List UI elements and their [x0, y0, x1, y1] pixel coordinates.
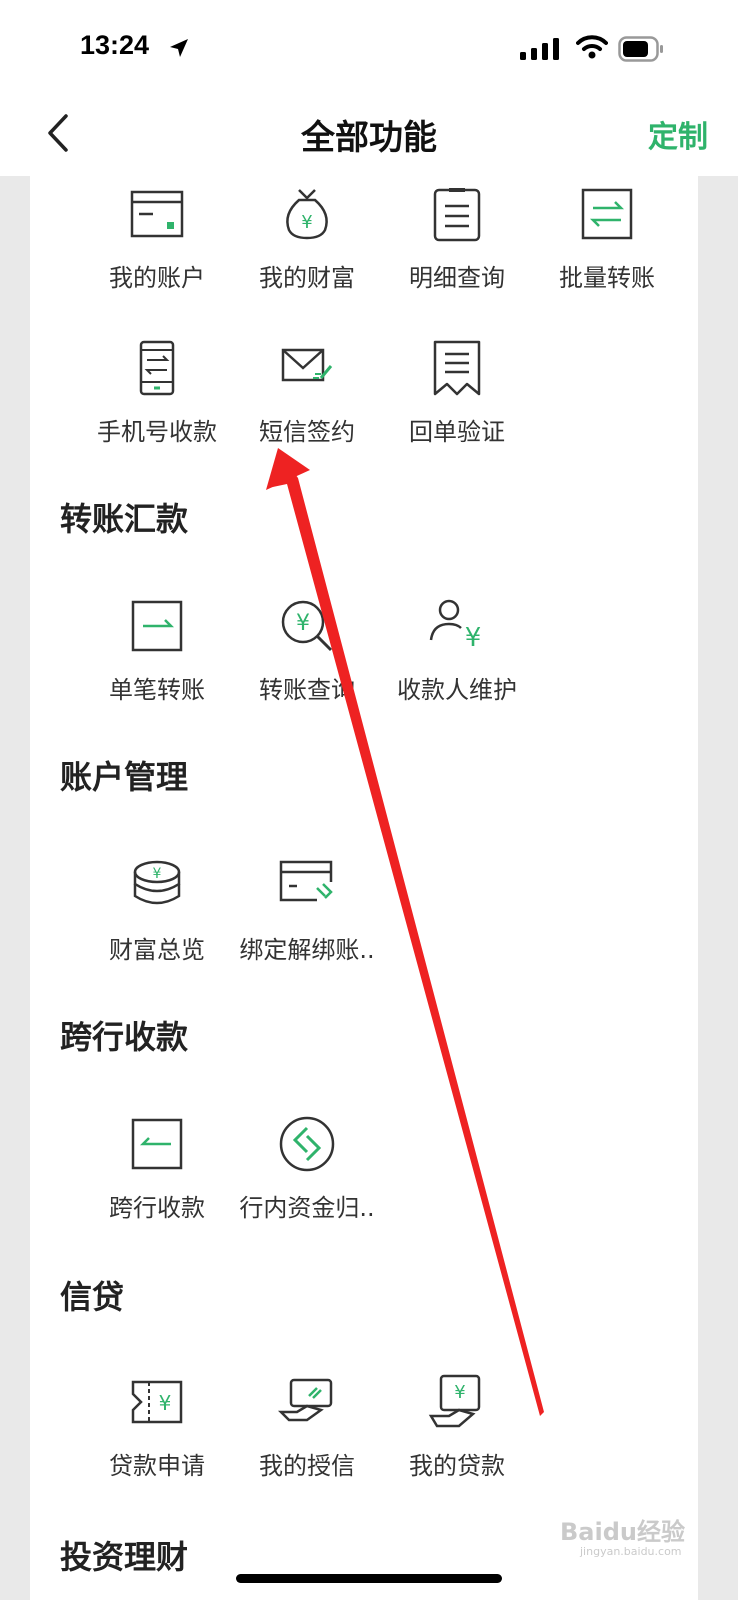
watermark-logo: Baidu经验	[560, 1518, 685, 1546]
watermark-url: jingyan.baidu.com	[580, 1545, 682, 1558]
red-arrow-annotation	[266, 448, 544, 1416]
home-indicator[interactable]	[236, 1574, 502, 1583]
